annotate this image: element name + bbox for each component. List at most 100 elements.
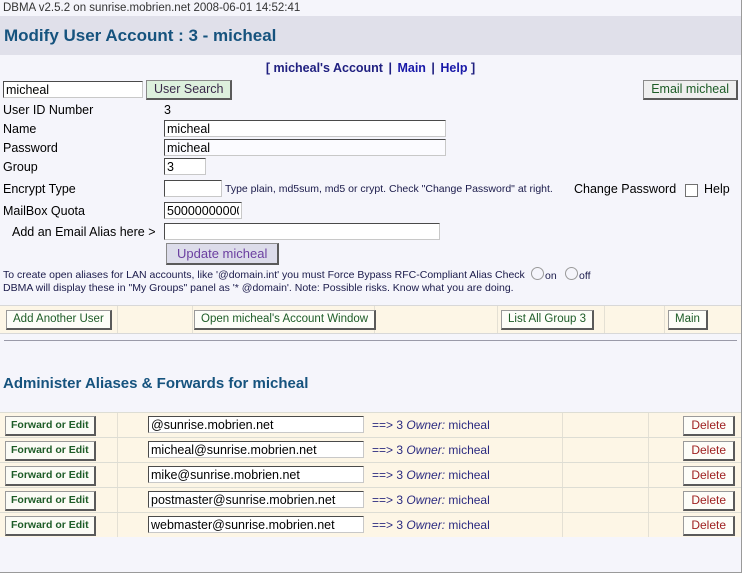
page-title-bar: Modify User Account : 3 - micheal (0, 23, 741, 48)
alias-owner-info: ==> 3 Owner: micheal (372, 468, 490, 482)
breadcrumb-open-bracket: [ (265, 61, 270, 75)
row-divider-right (562, 413, 563, 437)
alias-arrow: ==> 3 (372, 468, 404, 482)
label-mailbox-quota: MailBox Quota (3, 204, 85, 218)
force-bypass-off-label: off (579, 270, 591, 282)
table-row: Forward or Edit ==> 3 Owner: micheal Del… (0, 437, 741, 462)
row-divider-left (117, 513, 118, 537)
table-row: Forward or Edit ==> 3 Owner: micheal Del… (0, 462, 741, 487)
alias-owner-label: Owner: (406, 418, 446, 432)
update-user-button[interactable]: Update micheal (166, 243, 280, 265)
group-input[interactable] (164, 158, 206, 175)
row-divider-left (117, 488, 118, 512)
alias-owner-name: micheal (448, 443, 490, 457)
mailbox-quota-input[interactable] (164, 202, 242, 219)
search-row: User Search Email micheal (0, 80, 741, 103)
alias-address-input[interactable] (148, 441, 364, 458)
change-password-checkbox[interactable] (685, 184, 698, 197)
alias-address-input[interactable] (148, 516, 364, 533)
change-password-label: Change Password (574, 182, 677, 196)
breadcrumb: [ micheal's Account | Main | Help ] (0, 55, 741, 78)
action-divider-1 (117, 306, 118, 333)
force-bypass-on-label: on (545, 270, 557, 282)
action-divider-2 (192, 306, 193, 333)
alias-owner-label: Owner: (406, 493, 446, 507)
nav-link-main[interactable]: Main (397, 61, 425, 75)
alias-owner-name: micheal (448, 468, 490, 482)
page-title: Modify User Account : 3 - micheal (4, 26, 277, 45)
delete-alias-button[interactable]: Delete (683, 441, 735, 461)
breadcrumb-separator-1: | (388, 61, 392, 75)
note-line-1: To create open aliases for LAN accounts,… (3, 269, 525, 281)
label-password: Password (3, 141, 58, 155)
email-user-button[interactable]: Email micheal (643, 80, 738, 100)
alias-owner-info: ==> 3 Owner: micheal (372, 443, 490, 457)
table-row: Forward or Edit ==> 3 Owner: micheal Del… (0, 412, 741, 437)
add-another-user-button[interactable]: Add Another User (6, 310, 112, 330)
row-divider-delete (648, 438, 649, 462)
row-divider-delete (648, 513, 649, 537)
row-divider-delete (648, 463, 649, 487)
alias-address-input[interactable] (148, 466, 364, 483)
alias-owner-info: ==> 3 Owner: micheal (372, 493, 490, 507)
label-add-alias: Add an Email Alias here > (12, 225, 156, 239)
delete-alias-button[interactable]: Delete (683, 516, 735, 536)
alias-owner-label: Owner: (406, 468, 446, 482)
password-help-label[interactable]: Help (704, 182, 730, 196)
alias-owner-name: micheal (448, 418, 490, 432)
name-input[interactable] (164, 120, 446, 137)
force-bypass-radio-off[interactable] (565, 267, 578, 280)
forward-or-edit-button[interactable]: Forward or Edit (5, 516, 96, 536)
password-input[interactable] (164, 139, 446, 156)
user-form: User ID Number 3 Name Password Group Enc… (0, 103, 741, 243)
breadcrumb-separator-2: | (431, 61, 435, 75)
alias-arrow: ==> 3 (372, 493, 404, 507)
update-row: Update micheal (0, 243, 741, 269)
row-divider-delete (648, 488, 649, 512)
alias-owner-info: ==> 3 Owner: micheal (372, 418, 490, 432)
alias-arrow: ==> 3 (372, 418, 404, 432)
alias-address-input[interactable] (148, 491, 364, 508)
delete-alias-button[interactable]: Delete (683, 466, 735, 486)
row-divider-right (562, 513, 563, 537)
label-user-id: User ID Number (3, 103, 94, 117)
application-page: DBMA v2.5.2 on sunrise.mobrien.net 2008-… (0, 0, 742, 573)
nav-link-help[interactable]: Help (440, 61, 467, 75)
delete-alias-button[interactable]: Delete (683, 416, 735, 436)
forward-or-edit-button[interactable]: Forward or Edit (5, 491, 96, 511)
user-search-button[interactable]: User Search (146, 80, 233, 100)
table-row: Forward or Edit ==> 3 Owner: micheal Del… (0, 487, 741, 512)
row-divider-right (562, 438, 563, 462)
action-divider-6 (664, 306, 665, 333)
table-row: Forward or Edit ==> 3 Owner: micheal Del… (0, 512, 741, 537)
section-divider (4, 340, 737, 341)
header-band-bottom (0, 48, 741, 55)
force-bypass-radio-on[interactable] (531, 267, 544, 280)
row-divider-right (562, 463, 563, 487)
forward-or-edit-button[interactable]: Forward or Edit (5, 466, 96, 486)
status-bar: DBMA v2.5.2 on sunrise.mobrien.net 2008-… (0, 0, 741, 16)
forward-or-edit-button[interactable]: Forward or Edit (5, 441, 96, 461)
delete-alias-button[interactable]: Delete (683, 491, 735, 511)
row-divider-left (117, 413, 118, 437)
label-encrypt-type: Encrypt Type (3, 182, 76, 196)
row-divider-delete (648, 413, 649, 437)
encrypt-type-hint: Type plain, md5sum, md5 or crypt. Check … (225, 183, 553, 195)
row-divider-left (117, 438, 118, 462)
nav-link-account[interactable]: micheal's Account (273, 61, 383, 75)
list-all-group-button[interactable]: List All Group 3 (501, 310, 594, 330)
row-divider-right (562, 488, 563, 512)
main-button[interactable]: Main (668, 310, 708, 330)
alias-address-input[interactable] (148, 416, 364, 433)
label-group: Group (3, 160, 38, 174)
alias-bypass-note: To create open aliases for LAN accounts,… (0, 267, 741, 301)
encrypt-type-input[interactable] (164, 180, 222, 197)
breadcrumb-close-bracket: ] (470, 61, 476, 75)
alias-owner-name: micheal (448, 518, 490, 532)
forward-or-edit-button[interactable]: Forward or Edit (5, 416, 96, 436)
add-alias-input[interactable] (164, 223, 440, 240)
search-input[interactable] (3, 81, 143, 98)
note-line-2: DBMA will display these in "My Groups" p… (3, 282, 514, 294)
open-account-window-button[interactable]: Open micheal's Account Window (194, 310, 377, 330)
aliases-section-heading: Administer Aliases & Forwards for michea… (3, 375, 309, 392)
